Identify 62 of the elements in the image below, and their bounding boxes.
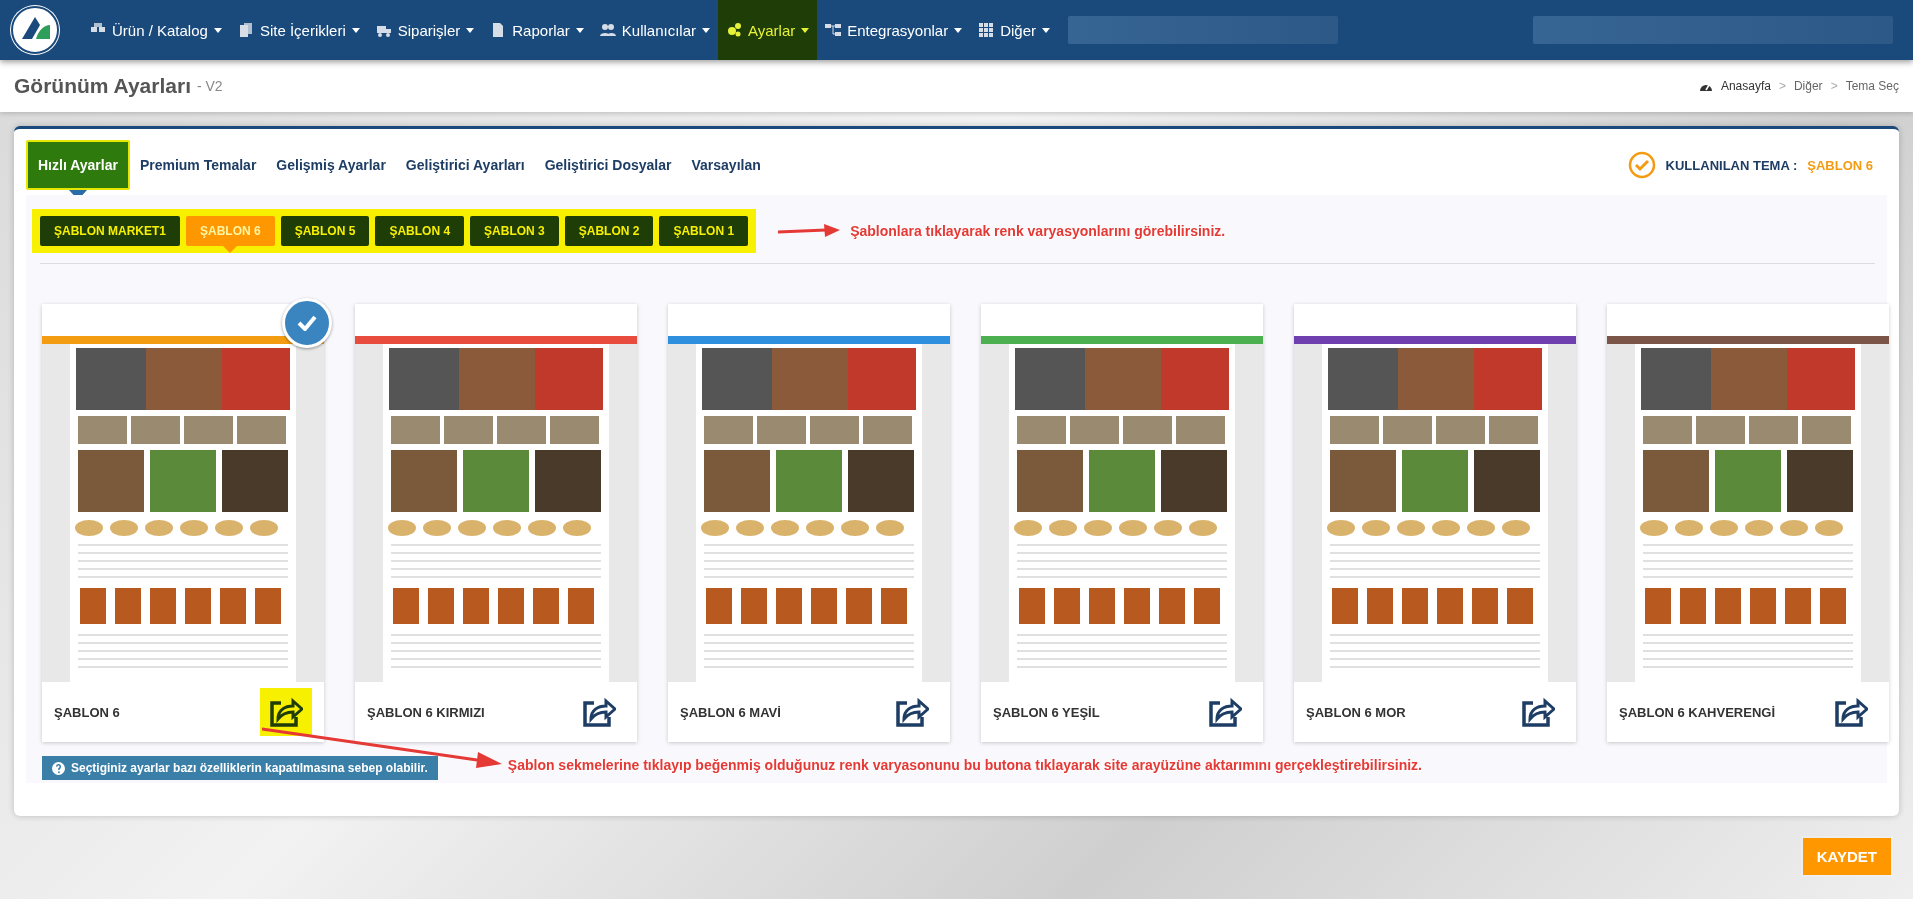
annotation-arrow bbox=[778, 224, 841, 238]
current-theme-value: ŞABLON 6 bbox=[1807, 157, 1873, 173]
caret-icon bbox=[702, 27, 710, 33]
share-icon bbox=[1521, 697, 1555, 727]
breadcrumb-separator: > bbox=[1778, 79, 1786, 93]
share-icon bbox=[269, 697, 303, 727]
template-button[interactable]: ŞABLON MARKET1 bbox=[40, 216, 180, 246]
nav-menu-item[interactable]: Raporlar bbox=[482, 0, 592, 60]
nav-menu-item[interactable]: Entegrasyonlar bbox=[817, 0, 971, 60]
nav-menu-item[interactable]: Ayarlar bbox=[718, 0, 818, 60]
grid-icon bbox=[978, 22, 995, 38]
settings-tab[interactable]: Hızlı Ayarlar bbox=[26, 140, 130, 190]
template-name: ŞABLON 6 KIRMIZI bbox=[367, 704, 485, 720]
share-icon bbox=[1834, 697, 1868, 727]
apply-theme-button[interactable] bbox=[260, 688, 312, 736]
share-icon bbox=[1208, 697, 1242, 727]
page-subtitle: - V2 bbox=[197, 78, 223, 94]
annotation-text: Şablonlara tıklayarak renk varyasyonlarını görebilirsiniz. bbox=[850, 223, 1226, 239]
caret-icon bbox=[954, 27, 963, 33]
template-name: ŞABLON 6 MAVİ bbox=[680, 704, 781, 720]
button-pointer bbox=[223, 246, 238, 253]
template-name: ŞABLON 6 YEŞİL bbox=[993, 704, 1100, 720]
page-title: Görünüm Ayarları bbox=[14, 74, 191, 98]
sitemap-icon bbox=[825, 22, 842, 38]
breadcrumb-separator: > bbox=[1830, 79, 1838, 93]
settings-tab[interactable]: Geliştirici Ayarları bbox=[395, 140, 535, 190]
nav-menu-item[interactable]: Siparişler bbox=[367, 0, 483, 60]
nav-menu-item[interactable]: Ürün / Katalog bbox=[82, 0, 230, 60]
template-button[interactable]: ŞABLON 4 bbox=[375, 216, 465, 246]
caret-icon bbox=[801, 27, 810, 33]
settings-tab[interactable]: Geliştirici Dosyalar bbox=[534, 140, 682, 190]
template-name: ŞABLON 6 KAHVERENGİ bbox=[1619, 704, 1776, 720]
company-logo[interactable] bbox=[10, 5, 60, 55]
warning-notice: Seçtiginiz ayarlar bazı özelliklerin kapatılmasına sebep olabilir. bbox=[42, 756, 438, 780]
annotation-text: Şablon sekmelerine tıklayıp beğenmiş olduğunuz renk varyasonunu bu butona tıklayarak site arayüzüne aktarımını gerçekleştirebilirsiniz. bbox=[507, 757, 1422, 773]
template-button[interactable]: ŞABLON 1 bbox=[659, 216, 749, 246]
breadcrumb-link[interactable]: Anasayfa bbox=[1720, 79, 1771, 93]
settings-tab[interactable]: Varsayılan bbox=[681, 140, 771, 190]
share-icon bbox=[582, 697, 616, 727]
nav-menu-item[interactable]: Site İçerikleri bbox=[229, 0, 368, 60]
template-button[interactable]: ŞABLON 3 bbox=[470, 216, 559, 246]
caret-icon bbox=[213, 27, 222, 33]
template-name: ŞABLON 6 MOR bbox=[1306, 704, 1406, 720]
caret-icon bbox=[466, 27, 475, 33]
settings-tab[interactable]: Gelişmiş Ayarlar bbox=[266, 140, 396, 190]
share-icon bbox=[895, 697, 929, 727]
settings-tab[interactable]: Premium Temalar bbox=[129, 140, 267, 190]
users-icon bbox=[599, 22, 616, 38]
caret-icon bbox=[575, 27, 584, 33]
caret-icon bbox=[351, 27, 360, 33]
check-circle-icon bbox=[1627, 151, 1656, 179]
nav-menu-item[interactable]: Kullanıcılar bbox=[591, 0, 718, 60]
template-name: ŞABLON 6 bbox=[54, 704, 120, 720]
nav-menu-item[interactable]: Diğer bbox=[970, 0, 1059, 60]
template-button[interactable]: ŞABLON 2 bbox=[564, 216, 654, 246]
documents-icon bbox=[237, 22, 254, 38]
caret-icon bbox=[1042, 27, 1051, 33]
help-icon bbox=[52, 761, 65, 775]
template-button[interactable]: ŞABLON 5 bbox=[280, 216, 370, 246]
breadcrumb-link[interactable]: Tema Seç bbox=[1845, 79, 1899, 93]
current-theme-label: KULLANILAN TEMA : bbox=[1665, 157, 1798, 173]
breadcrumb-link[interactable]: Diğer bbox=[1793, 79, 1823, 93]
